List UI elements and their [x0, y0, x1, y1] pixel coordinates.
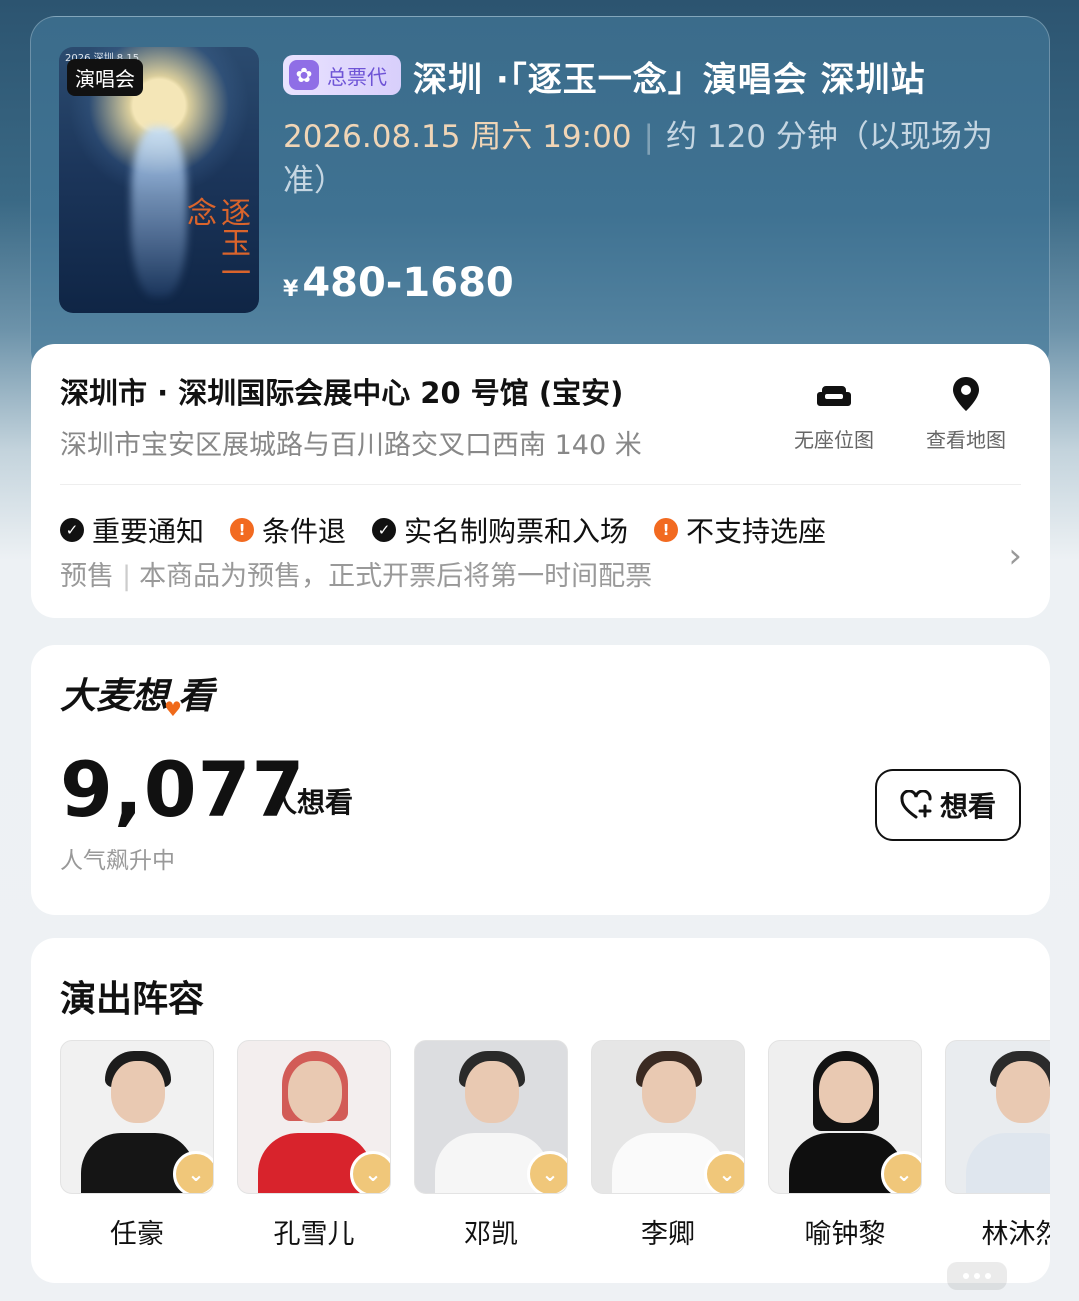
- currency-symbol: ¥: [283, 277, 299, 302]
- warning-circle-icon: !: [230, 518, 255, 542]
- cast-name: 任豪: [110, 1219, 164, 1250]
- cast-name: 邓凯: [464, 1219, 518, 1250]
- presale-label: 预售: [60, 561, 114, 592]
- cast-list: ⌄ 任豪 ⌄ 孔雪儿 ⌄ 邓凯 ⌄ 李卿 ⌄ 喻钟黎 林沐然: [60, 1040, 1050, 1251]
- more-options-icon[interactable]: [947, 1262, 1007, 1290]
- flower-icon: ✿: [289, 60, 319, 90]
- presale-separator: |: [122, 561, 132, 592]
- cast-member[interactable]: ⌄ 李卿: [591, 1040, 745, 1251]
- event-date: 2026.08.15 周六 19:00: [283, 119, 632, 155]
- warning-circle-icon: !: [654, 518, 679, 542]
- cast-avatar: ⌄: [60, 1040, 214, 1194]
- cast-name: 喻钟黎: [804, 1219, 886, 1250]
- check-circle-icon: ✓: [372, 518, 397, 542]
- notice-no-seat-selection: ! 不支持选座: [654, 510, 826, 550]
- cast-name: 孔雪儿: [273, 1219, 355, 1250]
- chevron-right-icon[interactable]: ›: [1008, 536, 1022, 576]
- logo-text-1: 大麦想: [60, 676, 169, 717]
- notice-refund: ! 条件退: [230, 510, 346, 550]
- chevron-down-icon: ⌄: [173, 1151, 213, 1193]
- seat-map-button[interactable]: 无座位图: [779, 374, 889, 453]
- notice-label: 不支持选座: [686, 515, 827, 548]
- cast-avatar: ⌄: [591, 1040, 745, 1194]
- cast-name: 李卿: [641, 1219, 695, 1250]
- chevron-down-icon: ⌄: [527, 1151, 567, 1193]
- cast-name: 林沐然: [981, 1219, 1051, 1250]
- price-range: ¥480-1680: [283, 260, 514, 306]
- cast-member[interactable]: ⌄ 任豪: [60, 1040, 214, 1251]
- want-to-see-card: 大麦想♥看 9,077 人想看 人气飙升中 想看: [31, 645, 1050, 915]
- agency-badge-label: 总票代: [327, 64, 387, 89]
- view-map-label: 查看地图: [926, 428, 1006, 452]
- divider: [60, 484, 1021, 485]
- chevron-down-icon: ⌄: [704, 1151, 744, 1193]
- cast-member[interactable]: ⌄ 喻钟黎: [768, 1040, 922, 1251]
- event-poster[interactable]: 2026 深圳 8.15 演唱会 逐玉一念: [59, 47, 259, 313]
- cast-card: 演出阵容 ⌄ 任豪 ⌄ 孔雪儿 ⌄ 邓凯 ⌄ 李卿 ⌄ 喻钟黎 林沐然: [31, 938, 1050, 1283]
- seat-map-label: 无座位图: [794, 428, 874, 452]
- cast-avatar: ⌄: [237, 1040, 391, 1194]
- want-trend-text: 人气飙升中: [60, 848, 175, 874]
- date-separator: |: [643, 119, 654, 155]
- armchair-icon: [817, 386, 851, 406]
- want-to-see-button[interactable]: 想看: [875, 769, 1021, 841]
- poster-category-tag: 演唱会: [67, 59, 143, 96]
- chevron-down-icon: ⌄: [881, 1151, 921, 1193]
- venue-address: 深圳市宝安区展城路与百川路交叉口西南 140 米: [60, 430, 642, 461]
- cast-avatar: [945, 1040, 1050, 1194]
- cast-member[interactable]: ⌄ 孔雪儿: [237, 1040, 391, 1251]
- venue-card: 深圳市 · 深圳国际会展中心 20 号馆 (宝安) 深圳市宝安区展城路与百川路交…: [31, 344, 1050, 618]
- cast-member[interactable]: ⌄ 邓凯: [414, 1040, 568, 1251]
- poster-moon-reflection: [131, 127, 187, 297]
- notice-label: 重要通知: [92, 515, 205, 548]
- notice-list[interactable]: ✓ 重要通知 ! 条件退 ✓ 实名制购票和入场 ! 不支持选座: [60, 510, 826, 550]
- cast-avatar: ⌄: [414, 1040, 568, 1194]
- want-count-unit: 人想看: [269, 786, 354, 819]
- cast-section-title: 演出阵容: [60, 979, 205, 1020]
- poster-calligraphy: 逐玉一念: [181, 197, 250, 287]
- view-map-button[interactable]: 查看地图: [911, 374, 1021, 453]
- location-pin-icon: [953, 377, 979, 411]
- presale-info: 预售 | 本商品为预售，正式开票后将第一时间配票: [60, 554, 652, 593]
- notice-real-name: ✓ 实名制购票和入场: [372, 510, 628, 550]
- event-title: 深圳 ·「逐玉一念」演唱会 深圳站: [413, 60, 926, 100]
- venue-name: 深圳市 · 深圳国际会展中心 20 号馆 (宝安): [60, 376, 624, 410]
- presale-text: 本商品为预售，正式开票后将第一时间配票: [139, 561, 653, 592]
- cast-member[interactable]: 林沐然: [945, 1040, 1050, 1251]
- cast-avatar: ⌄: [768, 1040, 922, 1194]
- event-datetime: 2026.08.15 周六 19:00 | 约 120 分钟（以现场为准）: [283, 115, 1003, 203]
- agency-badge: ✿ 总票代: [283, 55, 401, 95]
- price-value: 480-1680: [302, 260, 514, 306]
- check-circle-icon: ✓: [60, 518, 84, 542]
- chevron-down-icon: ⌄: [350, 1151, 390, 1193]
- notice-important: ✓ 重要通知: [60, 510, 204, 550]
- logo-text-2: 看: [177, 676, 214, 717]
- damai-want-logo: 大麦想♥看: [60, 667, 214, 721]
- heart-icon: ♥: [164, 697, 182, 721]
- want-button-label: 想看: [939, 790, 996, 823]
- heart-plus-icon: [900, 790, 932, 819]
- notice-label: 条件退: [262, 515, 347, 548]
- notice-label: 实名制购票和入场: [404, 515, 629, 548]
